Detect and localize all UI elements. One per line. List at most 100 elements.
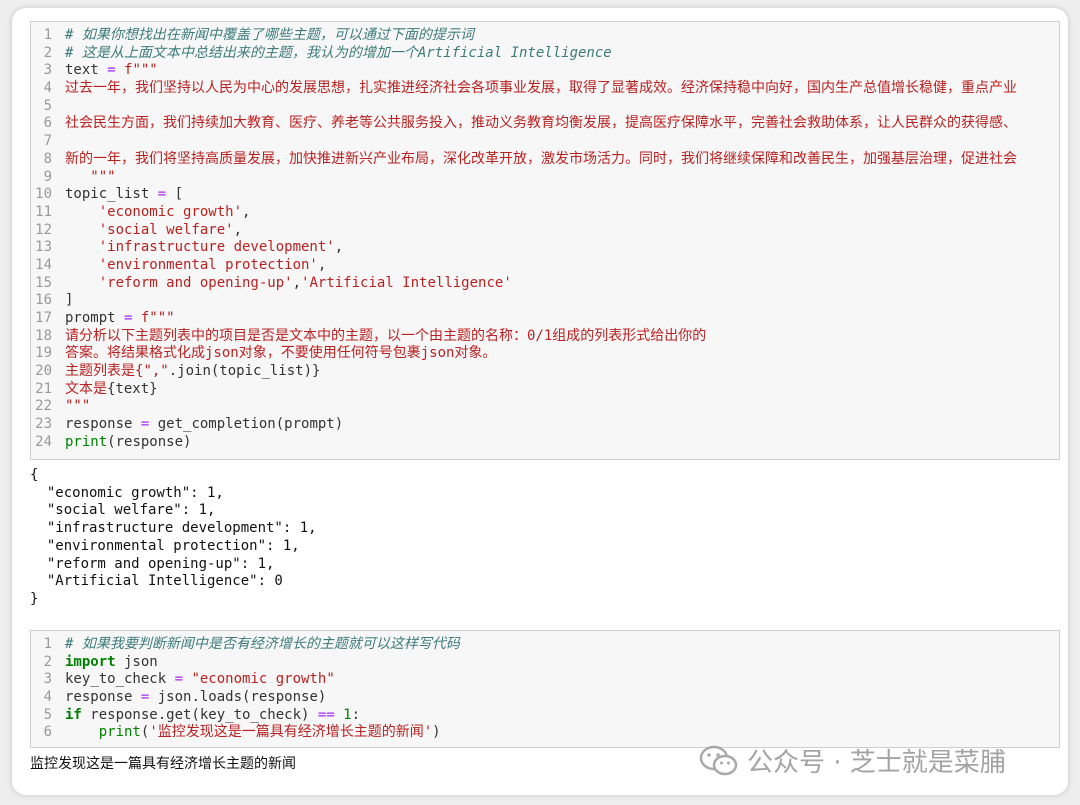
code-text: 社会民生方面，我们持续加大教育、医疗、养老等公共服务投入，推动义务教育均衡发展，… — [65, 115, 1017, 133]
line-number: 16 — [35, 292, 52, 309]
code-text: 'economic growth', — [65, 203, 251, 222]
code-token: == — [317, 706, 335, 723]
code-line: 16] — [31, 292, 1059, 310]
code-cell-2[interactable]: 1 # 如果我要判断新闻中是否有经济增长的主题就可以这样写代码 2 import js… — [30, 630, 1060, 748]
code-line: 7 — [31, 133, 1059, 151]
code-line: 1 # 如果我要判断新闻中是否有经济增长的主题就可以这样写代码 — [31, 636, 1059, 654]
code-text: # 如果你想找出在新闻中覆盖了哪些主题，可以通过下面的提示词 — [65, 27, 474, 45]
code-line: 1 # 如果你想找出在新闻中覆盖了哪些主题，可以通过下面的提示词 — [31, 27, 1059, 45]
line-number: 13 — [35, 239, 52, 256]
line-number: 20 — [35, 363, 52, 380]
code-token: : — [351, 706, 361, 723]
code-token: get_completion(prompt) — [149, 416, 344, 433]
code-token: topic_list — [65, 186, 158, 203]
notebook-window: 1 # 如果你想找出在新闻中覆盖了哪些主题，可以通过下面的提示词 2 # 这是从上面文… — [12, 8, 1068, 795]
line-number: 12 — [35, 221, 52, 238]
code-line: 8 新的一年，我们将坚持高质量发展，加快推进新兴产业布局，深化改革开放，激发市场活… — [31, 151, 1059, 169]
code-token: = — [174, 671, 184, 688]
code-text: 'infrastructure development', — [65, 239, 343, 257]
line-number: 18 — [35, 327, 52, 344]
line-number: 6 — [43, 115, 52, 132]
code-token: [ — [166, 186, 184, 203]
code-token: print — [98, 724, 141, 741]
cell-2-output: 监控发现这是一篇具有经济增长主题的新闻 — [30, 756, 296, 772]
code-text: if response.get(key_to_check) == 1: — [65, 707, 360, 725]
line-number: 24 — [35, 433, 52, 450]
code-text: 'reform and opening-up','Artificial Inte… — [65, 275, 512, 293]
line-number: 7 — [43, 133, 52, 150]
code-token: 社会民生方面，我们持续加大教育、医疗、养老等公共服务投入，推动义务教育均衡发展，… — [65, 115, 1017, 132]
code-cell-1[interactable]: 1 # 如果你想找出在新闻中覆盖了哪些主题，可以通过下面的提示词 2 # 这是从上面文… — [30, 21, 1060, 460]
code-token: json — [115, 653, 158, 670]
code-text: # 这是从上面文本中总结出来的主题，我认为的增加一个Artificial Int… — [65, 45, 612, 63]
line-number: 1 — [43, 636, 52, 652]
code-line: 6 print('监控发现这是一篇具有经济增长主题的新闻') — [31, 724, 1059, 742]
line-number: 22 — [35, 398, 52, 415]
code-line: 6 社会民生方面，我们持续加大教育、医疗、养老等公共服务投入，推动义务教育均衡发展… — [31, 115, 1059, 133]
code-token: , — [334, 239, 344, 256]
code-token: json.loads(response) — [149, 689, 327, 706]
code-token: key_to_check — [65, 671, 175, 688]
line-number: 2 — [43, 653, 52, 670]
code-token: ] — [65, 292, 74, 309]
line-number: 6 — [43, 724, 52, 741]
line-number: 5 — [43, 97, 52, 114]
code-text: response = json.loads(response) — [65, 689, 326, 707]
code-line: 3 text = f""" — [31, 62, 1059, 80]
code-line: 22 """ — [31, 398, 1059, 416]
code-token: 文本是 — [65, 380, 107, 397]
code-token: 'social welfare' — [98, 221, 234, 238]
line-number: 4 — [43, 80, 52, 97]
line-number: 14 — [35, 256, 52, 273]
code-token: # 如果你想找出在新闻中覆盖了哪些主题，可以通过下面的提示词 — [65, 27, 474, 43]
line-number: 11 — [35, 203, 52, 220]
code-line: 9 """ — [31, 169, 1059, 187]
code-line: 18 请分析以下主题列表中的项目是否是文本中的主题，以一个由主题的名称：0/1组成… — [31, 328, 1059, 346]
code-token: 'economic growth' — [98, 203, 243, 220]
code-line: 3 key_to_check = "economic growth" — [31, 671, 1059, 689]
code-token: "," — [143, 363, 169, 380]
code-token: response — [65, 689, 141, 706]
code-token: 过去一年，我们坚持以人民为中心的发展思想，扎实推进经济社会各项事业发展，取得了显… — [65, 80, 1017, 97]
code-token: # 如果我要判断新闻中是否有经济增长的主题就可以这样写代码 — [65, 636, 460, 652]
code-line: 23 response = get_completion(prompt) — [31, 416, 1059, 434]
code-line: 21 文本是{text} — [31, 381, 1059, 399]
code-token: (response) — [107, 433, 192, 450]
code-text: 新的一年，我们将坚持高质量发展，加快推进新兴产业布局，深化改革开放，激发市场活力… — [65, 151, 1017, 169]
wechat-icon — [699, 745, 738, 775]
code-text: response = get_completion(prompt) — [65, 416, 343, 434]
code-text: ] — [65, 292, 73, 310]
code-token: text — [65, 62, 108, 79]
code-token: import — [65, 653, 116, 670]
line-number: 15 — [35, 274, 52, 291]
code-token: 'reform and opening-up' — [98, 274, 293, 291]
code-text: key_to_check = "economic growth" — [65, 671, 335, 689]
code-token: = — [107, 62, 116, 79]
code-line: 11 'economic growth', — [31, 204, 1059, 222]
code-token: 请分析以下主题列表中的项目是否是文本中的主题，以一个由主题的名称：0/1组成的列… — [65, 327, 707, 344]
code-token: '监控发现这是一篇具有经济增长主题的新闻' — [149, 724, 433, 741]
code-line: 19 答案。将结果格式化成json对象，不要使用任何符号包裹json对象。 — [31, 345, 1059, 363]
code-text: print('监控发现这是一篇具有经济增长主题的新闻') — [65, 724, 441, 742]
code-line: 4 response = json.loads(response) — [31, 689, 1059, 707]
code-token: f""" — [115, 62, 158, 79]
line-number: 3 — [43, 62, 52, 79]
line-number: 9 — [43, 168, 52, 185]
code-text: 'environmental protection', — [65, 257, 327, 275]
code-text: topic_list = [ — [65, 186, 183, 204]
line-number: 23 — [35, 416, 52, 433]
code-text: 文本是{text} — [65, 381, 158, 399]
code-token: """ — [65, 168, 116, 185]
code-token: # 这是从上面文本中总结出来的主题，我认为的增加一个Artificial Int… — [65, 44, 612, 61]
code-line: 13 'infrastructure development', — [31, 239, 1059, 257]
code-token: 新的一年，我们将坚持高质量发展，加快推进新兴产业布局，深化改革开放，激发市场活力… — [65, 150, 1017, 167]
code-token: = — [157, 186, 167, 203]
code-token: 1 — [343, 706, 352, 723]
code-text: 'social welfare', — [65, 222, 242, 240]
code-token: 答案。将结果格式化成json对象，不要使用任何符号包裹json对象。 — [65, 345, 497, 362]
code-line: 2 # 这是从上面文本中总结出来的主题，我认为的增加一个Artificial In… — [31, 45, 1059, 63]
code-token: f""" — [132, 310, 175, 326]
